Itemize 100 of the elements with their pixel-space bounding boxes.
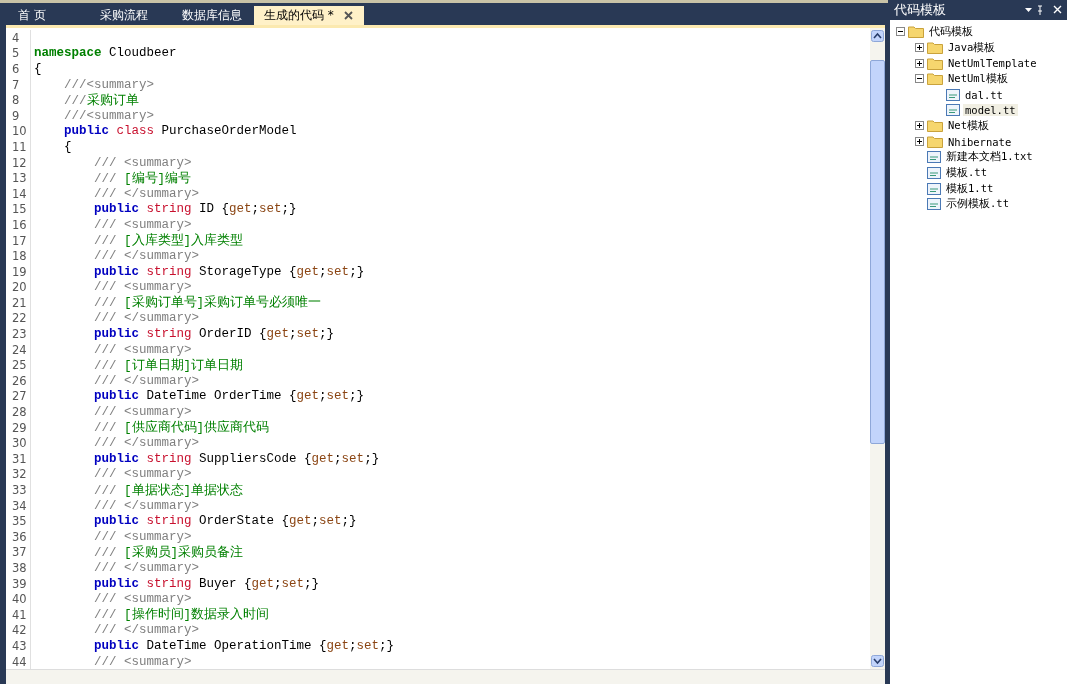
document-tab[interactable]: 首 页 <box>8 6 88 25</box>
line-number: 33 <box>6 482 31 498</box>
tree-item[interactable]: dal.tt <box>963 88 1005 101</box>
code-line: /// <summary> <box>93 592 192 607</box>
scroll-up-icon[interactable] <box>871 30 884 42</box>
line-number: 38 <box>6 560 31 576</box>
tree-item[interactable]: 新建本文档1.txt <box>944 150 1035 165</box>
line-number: 30 <box>6 435 31 452</box>
code-line: /// [操作时间]数据录入时间 <box>93 606 270 624</box>
line-number: 23 <box>6 326 31 342</box>
line-number: 37 <box>6 544 31 561</box>
line-number: 18 <box>6 248 31 264</box>
scroll-down-icon[interactable] <box>871 655 884 667</box>
line-number: 8 <box>6 92 31 108</box>
folder-icon <box>927 72 943 86</box>
scroll-thumb[interactable] <box>870 60 885 444</box>
tree-item[interactable]: model.tt <box>963 104 1018 117</box>
line-number: 10 <box>6 123 31 140</box>
code-line: ///采购订单 <box>63 92 139 109</box>
tree-item[interactable]: 模板.tt <box>944 166 989 181</box>
code-line: /// </summary> <box>93 623 200 638</box>
pin-and-close-icon[interactable] <box>1025 5 1063 15</box>
code-line: { <box>63 139 72 154</box>
code-line: /// </summary> <box>93 498 200 513</box>
tree-item[interactable]: NetUmlTemplate <box>946 57 1039 70</box>
code-line: /// [采购员]采购员备注 <box>93 544 244 561</box>
code-line: /// <summary> <box>93 405 192 420</box>
code-line: public string Buyer {get;set;} <box>93 576 320 591</box>
collapse-icon[interactable] <box>896 27 905 37</box>
folder-icon <box>927 135 943 149</box>
code-line: public string OrderID {get;set;} <box>93 327 335 342</box>
tree-item[interactable]: 示例模板.tt <box>944 197 1011 212</box>
line-number: 13 <box>6 170 31 186</box>
code-line: /// </summary> <box>93 311 200 326</box>
document-tab[interactable]: 生成的代码 * <box>254 6 364 25</box>
expand-icon[interactable] <box>915 137 924 147</box>
line-number: 9 <box>6 107 31 124</box>
code-line: /// [采购订单号]采购订单号必须唯一 <box>93 294 322 312</box>
file-icon <box>927 198 941 211</box>
file-icon <box>927 167 941 180</box>
code-line: /// [供应商代码]供应商代码 <box>93 419 270 437</box>
folder-icon <box>927 41 943 55</box>
tree-item[interactable]: Java模板 <box>946 40 998 55</box>
horizontal-scrollbar[interactable] <box>6 669 885 684</box>
file-icon <box>946 88 960 101</box>
tree-item[interactable]: Nhibernate <box>946 135 1014 148</box>
line-number: 12 <box>6 154 31 171</box>
line-number: 6 <box>6 61 31 77</box>
code-line: /// <summary> <box>93 155 192 170</box>
line-number: 25 <box>6 357 31 374</box>
document-tab[interactable]: 数据库信息 <box>172 6 252 25</box>
line-number: 27 <box>6 388 31 405</box>
code-line: ///<summary> <box>63 77 155 92</box>
collapse-icon[interactable] <box>915 74 924 84</box>
code-line: /// [编号]编号 <box>93 170 192 187</box>
code-line: public DateTime OrderTime {get;set;} <box>93 389 365 404</box>
code-line: { <box>34 62 42 76</box>
vertical-scrollbar[interactable] <box>870 28 885 669</box>
code-line: /// [单据状态]单据状态 <box>93 482 244 499</box>
line-number: 22 <box>6 310 31 327</box>
line-number: 17 <box>6 232 31 249</box>
line-number: 29 <box>6 419 31 436</box>
code-line: public DateTime OperationTime {get;set;} <box>93 638 395 653</box>
expand-icon[interactable] <box>915 43 924 53</box>
line-number: 32 <box>6 466 31 483</box>
code-line: /// </summary> <box>93 186 200 201</box>
tree-item[interactable]: NetUml模板 <box>946 71 1010 86</box>
code-line: public string StorageType {get;set;} <box>93 264 365 279</box>
tree-item[interactable]: 代码模板 <box>927 24 975 39</box>
close-icon[interactable] <box>343 11 353 20</box>
line-number: 21 <box>6 295 31 311</box>
tree-item[interactable]: 模板1.tt <box>944 181 996 196</box>
line-number: 20 <box>6 279 31 296</box>
line-number: 5 <box>6 45 31 62</box>
code-line: /// <summary> <box>93 467 192 482</box>
line-number: 39 <box>6 575 31 592</box>
expand-icon[interactable] <box>915 58 924 68</box>
line-number: 43 <box>6 638 31 654</box>
line-number: 40 <box>6 591 31 607</box>
code-line: /// [入库类型]入库类型 <box>93 232 244 249</box>
code-line: /// <summary> <box>93 217 192 232</box>
folder-icon <box>927 56 943 70</box>
line-number: 34 <box>6 497 31 514</box>
line-number: 19 <box>6 263 31 280</box>
tree-item[interactable]: Net模板 <box>946 118 991 133</box>
line-number: 14 <box>6 185 31 202</box>
line-number: 36 <box>6 529 31 545</box>
code-line: public string ID {get;set;} <box>93 202 297 217</box>
line-number: 4 <box>6 30 31 46</box>
line-number: 26 <box>6 373 31 389</box>
line-number: 16 <box>6 217 31 233</box>
document-tab[interactable]: 采购流程 <box>90 6 170 25</box>
code-line: /// [订单日期]订单日期 <box>93 357 244 374</box>
expand-icon[interactable] <box>915 121 924 131</box>
code-line: ///<summary> <box>63 108 155 123</box>
line-number: 11 <box>6 139 31 155</box>
code-line: /// <summary> <box>93 529 192 544</box>
line-number: 42 <box>6 622 31 639</box>
file-icon <box>946 104 960 117</box>
line-number: 41 <box>6 606 31 623</box>
